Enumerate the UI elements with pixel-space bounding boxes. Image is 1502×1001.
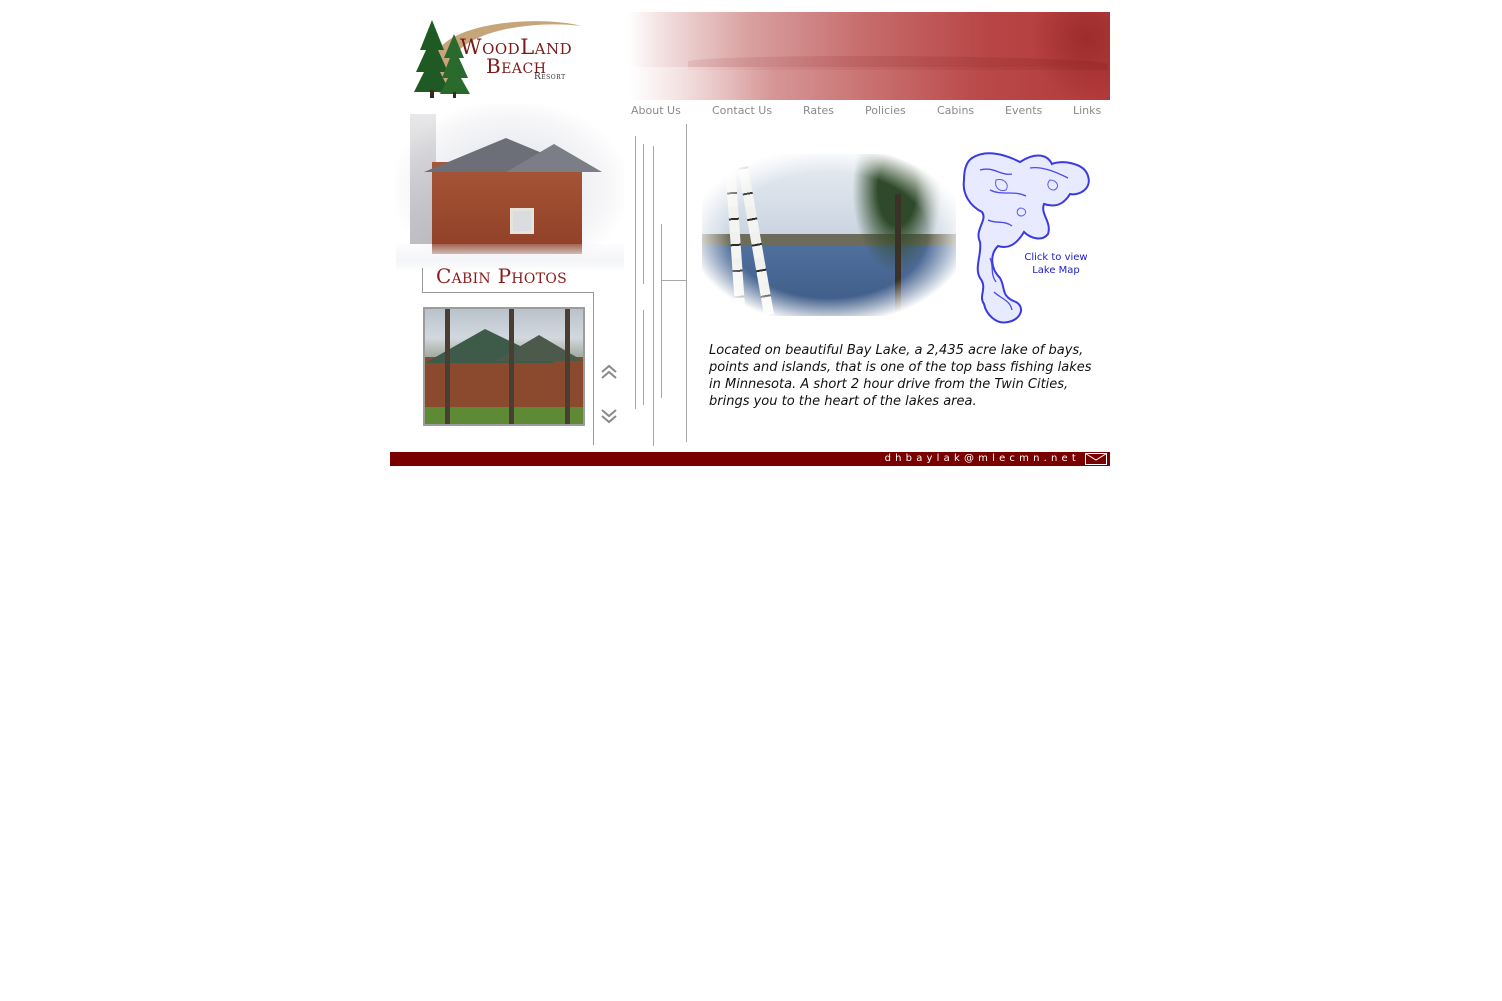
decorative-line: [661, 280, 687, 281]
photo-bracket-left: [422, 268, 423, 293]
double-chevron-up-icon: [601, 364, 617, 379]
nav-policies[interactable]: Policies: [865, 104, 906, 117]
bay-lake-photo: [702, 154, 956, 316]
scroll-up-button[interactable]: [600, 364, 618, 380]
nav-cabins[interactable]: Cabins: [937, 104, 974, 117]
cabin-window: [510, 208, 534, 234]
thumb-tree-trunk: [445, 309, 450, 424]
envelope-icon[interactable]: [1085, 453, 1107, 465]
decorative-line: [635, 136, 636, 409]
cabin-roof-gable: [506, 144, 602, 172]
resort-logo[interactable]: WoodLand Beach Resort: [410, 12, 590, 100]
nav-links[interactable]: Links: [1073, 104, 1101, 117]
featured-cabin-image: [396, 104, 624, 272]
photo-bracket-top: [422, 292, 594, 293]
lake-map-caption-line1: Click to view: [1024, 252, 1088, 263]
cabin-walls: [432, 162, 582, 254]
banner-tree: [1030, 12, 1110, 100]
cabin-photo-thumbnail[interactable]: [423, 307, 585, 426]
lake-map-link[interactable]: Click to view Lake Map: [960, 150, 1092, 325]
lake-description: Located on beautiful Bay Lake, a 2,435 a…: [709, 343, 1092, 409]
footer-bar: dhbaylak@mlecmn.net: [390, 452, 1110, 466]
logo-text-resort: Resort: [534, 72, 566, 82]
decorative-line: [653, 146, 654, 446]
decorative-line: [686, 124, 687, 442]
nav-events[interactable]: Events: [1005, 104, 1042, 117]
lake-map-caption-line2: Lake Map: [1032, 265, 1080, 276]
lake-map-caption: Click to view Lake Map: [1016, 251, 1096, 277]
header-banner: [628, 12, 1110, 100]
scroll-down-button[interactable]: [600, 408, 618, 424]
cabin-photos-heading[interactable]: Cabin Photos: [436, 264, 567, 288]
footer-email-link[interactable]: dhbaylak@mlecmn.net: [885, 452, 1080, 466]
nav-about-us[interactable]: About Us: [631, 104, 681, 117]
decorative-line: [643, 310, 644, 405]
decorative-line: [643, 144, 644, 284]
thumb-tree-trunk: [565, 309, 570, 424]
lake-map-outline-icon: [962, 152, 1090, 324]
main-nav: About Us Contact Us Rates Policies Cabin…: [628, 102, 1110, 120]
nav-rates[interactable]: Rates: [803, 104, 834, 117]
thumb-tree-trunk: [509, 309, 514, 424]
pine-trees-icon: [414, 20, 470, 98]
nav-contact-us[interactable]: Contact Us: [712, 104, 772, 117]
page-container: WoodLand Beach Resort About Us Contact U…: [390, 0, 1110, 470]
photo-pine-trunk: [895, 194, 901, 316]
decorative-line: [661, 224, 662, 398]
double-chevron-down-icon: [601, 409, 617, 424]
photo-bracket-right: [593, 292, 594, 445]
